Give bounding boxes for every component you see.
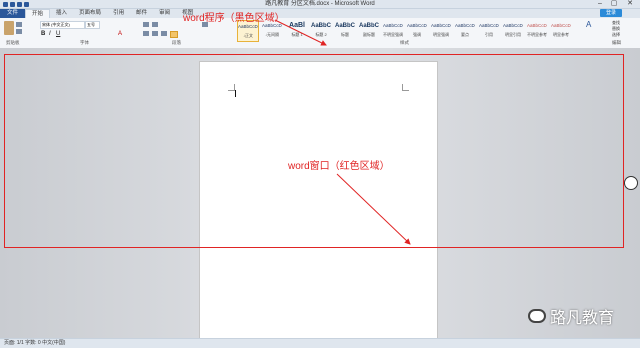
program-arrow xyxy=(274,19,327,46)
watermark: 路凡教育 xyxy=(528,304,614,328)
annotation-arrows xyxy=(274,19,411,245)
wechat-icon xyxy=(528,309,546,323)
mascot-icon xyxy=(624,176,638,190)
window-arrow xyxy=(336,173,411,245)
watermark-text: 路凡教育 xyxy=(550,308,615,327)
